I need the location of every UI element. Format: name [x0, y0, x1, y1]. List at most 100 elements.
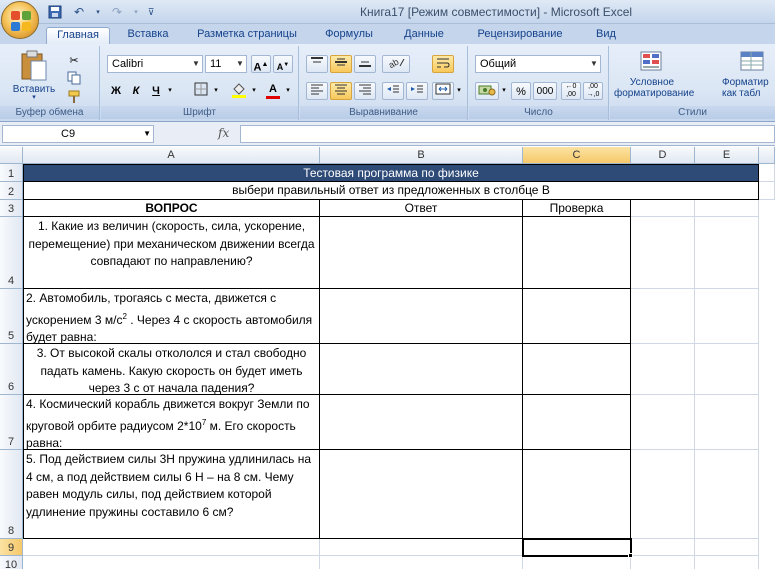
cell-e5[interactable] — [695, 289, 759, 344]
check-cell-2[interactable] — [523, 289, 631, 344]
check-cell-3[interactable] — [523, 344, 631, 395]
format-as-table-button[interactable]: Форматир как табл — [722, 50, 775, 106]
font-name-combo[interactable]: Calibri ▼ — [107, 55, 203, 73]
undo-dropdown-icon[interactable]: ▾ — [94, 4, 102, 20]
answer-cell-1[interactable] — [320, 217, 523, 289]
formula-input[interactable] — [240, 125, 775, 143]
check-cell-4[interactable] — [523, 395, 631, 450]
cell-f1[interactable] — [759, 164, 775, 182]
font-color-icon[interactable]: A — [263, 82, 283, 100]
cell-b9[interactable] — [320, 539, 523, 556]
question-cell-5[interactable]: 5. Под действием силы 3Н пружина удлинил… — [23, 450, 320, 539]
answer-cell-5[interactable] — [320, 450, 523, 539]
underline-button[interactable]: Ч — [147, 82, 165, 100]
question-cell-4[interactable]: 4. Космический корабль движется вокруг З… — [23, 395, 320, 450]
italic-button[interactable]: К — [127, 82, 145, 100]
decrease-indent-icon[interactable] — [382, 82, 404, 100]
underline-dropdown-icon[interactable]: ▾ — [165, 82, 175, 100]
row-header-7[interactable]: 7 — [0, 395, 23, 450]
font-color-dropdown-icon[interactable]: ▾ — [283, 82, 293, 100]
row-header-4[interactable]: 4 — [0, 217, 23, 289]
cell-d4[interactable] — [631, 217, 695, 289]
fill-dropdown-icon[interactable]: ▾ — [249, 82, 259, 100]
currency-dropdown-icon[interactable]: ▾ — [499, 82, 509, 100]
cell-e8[interactable] — [695, 450, 759, 539]
cell-e6[interactable] — [695, 344, 759, 395]
row-header-10[interactable]: 10 — [0, 556, 23, 569]
column-header-e[interactable]: E — [695, 147, 759, 164]
align-left-icon[interactable] — [306, 82, 328, 100]
cell-a9[interactable] — [23, 539, 320, 556]
percent-button[interactable]: % — [511, 82, 531, 100]
column-header-b[interactable]: B — [320, 147, 523, 164]
cell-c10[interactable] — [523, 556, 631, 569]
sheet-subtitle-cell[interactable]: выбери правильный ответ из предложенных … — [23, 182, 759, 200]
fill-color-icon[interactable] — [229, 82, 249, 100]
answer-cell-3[interactable] — [320, 344, 523, 395]
column-header-a[interactable]: A — [23, 147, 320, 164]
redo-dropdown-icon[interactable]: ▾ — [132, 4, 140, 20]
insert-function-icon[interactable]: fx — [218, 126, 229, 140]
bold-button[interactable]: Ж — [107, 82, 125, 100]
cell-e10[interactable] — [695, 556, 759, 569]
tab-formulas[interactable]: Формулы — [318, 27, 380, 44]
question-cell-3[interactable]: 3. От высокой скалы откололся и стал сво… — [23, 344, 320, 395]
cell-e4[interactable] — [695, 217, 759, 289]
column-header-f[interactable] — [759, 147, 775, 164]
check-cell-1[interactable] — [523, 217, 631, 289]
row-header-5[interactable]: 5 — [0, 289, 23, 344]
cell-d6[interactable] — [631, 344, 695, 395]
row-header-8[interactable]: 8 — [0, 450, 23, 539]
thousands-button[interactable]: 000 — [533, 82, 557, 100]
row-header-3[interactable]: 3 — [0, 200, 23, 217]
header-check[interactable]: Проверка — [523, 200, 631, 217]
save-icon[interactable] — [46, 4, 64, 20]
align-middle-icon[interactable] — [330, 55, 352, 73]
increase-decimal-icon[interactable]: ←0,00 — [561, 82, 581, 100]
merge-center-icon[interactable] — [432, 82, 454, 100]
increase-indent-icon[interactable] — [406, 82, 428, 100]
row-header-2[interactable]: 2 — [0, 182, 23, 200]
fill-handle[interactable] — [628, 553, 633, 558]
wrap-text-icon[interactable] — [432, 55, 454, 73]
cell-d9[interactable] — [631, 539, 695, 556]
cell-d3[interactable] — [631, 200, 695, 217]
align-bottom-icon[interactable] — [354, 55, 376, 73]
cell-f2[interactable] — [759, 182, 775, 200]
paste-dropdown-icon[interactable]: ▾ — [6, 94, 62, 101]
conditional-formatting-button[interactable]: Условное форматирование — [614, 50, 694, 106]
merge-dropdown-icon[interactable]: ▾ — [454, 82, 464, 100]
currency-icon[interactable] — [475, 82, 499, 100]
tab-review[interactable]: Рецензирование — [468, 27, 572, 44]
column-header-d[interactable]: D — [631, 147, 695, 164]
header-question[interactable]: ВОПРОС — [23, 200, 320, 217]
borders-icon[interactable] — [191, 82, 211, 100]
undo-icon[interactable]: ↶ — [70, 4, 88, 20]
cut-icon[interactable]: ✂ — [66, 52, 82, 70]
answer-cell-2[interactable] — [320, 289, 523, 344]
cell-b10[interactable] — [320, 556, 523, 569]
decrease-decimal-icon[interactable]: ,00 →,0 — [583, 82, 603, 100]
question-cell-1[interactable]: 1. Какие из величин (скорость, сила, уск… — [23, 217, 320, 289]
orientation-icon[interactable]: ab — [382, 55, 410, 73]
select-all-corner[interactable] — [0, 147, 23, 164]
question-cell-2[interactable]: 2. Автомобиль, трогаясь с места, движетс… — [23, 289, 320, 344]
tab-data[interactable]: Данные — [394, 27, 454, 44]
cell-d7[interactable] — [631, 395, 695, 450]
name-box[interactable]: C9 ▼ — [2, 125, 154, 143]
row-header-1[interactable]: 1 — [0, 164, 23, 182]
borders-dropdown-icon[interactable]: ▾ — [211, 82, 221, 100]
tab-view[interactable]: Вид — [586, 27, 626, 44]
answer-cell-4[interactable] — [320, 395, 523, 450]
copy-icon[interactable] — [66, 71, 82, 89]
office-button[interactable] — [1, 1, 39, 39]
cell-e9[interactable] — [695, 539, 759, 556]
redo-icon[interactable]: ↷ — [108, 4, 126, 20]
cell-e7[interactable] — [695, 395, 759, 450]
cell-e3[interactable] — [695, 200, 759, 217]
header-answer[interactable]: Ответ — [320, 200, 523, 217]
align-center-icon[interactable] — [330, 82, 352, 100]
check-cell-5[interactable] — [523, 450, 631, 539]
tab-insert[interactable]: Вставка — [118, 27, 178, 44]
cell-d8[interactable] — [631, 450, 695, 539]
